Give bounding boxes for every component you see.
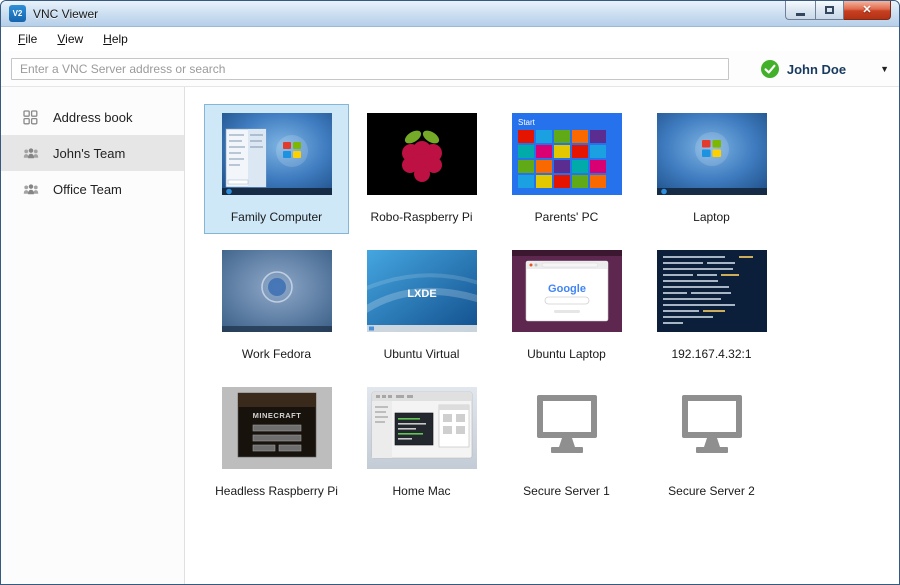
- thumbnail-monitor-icon: [512, 387, 622, 469]
- server-label: Secure Server 1: [523, 484, 610, 498]
- server-item-family-computer[interactable]: Family Computer: [204, 104, 349, 234]
- thumbnail-fedora-desktop: [222, 250, 332, 332]
- thumbnail-lxde-desktop: LXDE: [367, 250, 477, 332]
- thumbnail-ubuntu-browser: Google: [512, 250, 622, 332]
- chevron-down-icon: ▼: [880, 64, 889, 74]
- green-check-icon: [761, 60, 779, 78]
- sidebar-item-office-team[interactable]: Office Team: [1, 171, 184, 207]
- vnc-logo-icon: V2: [9, 5, 26, 22]
- sidebar-item-label: John's Team: [53, 146, 125, 161]
- svg-text:LXDE: LXDE: [407, 288, 436, 300]
- server-label: Parents' PC: [535, 210, 599, 224]
- server-label: Headless Raspberry Pi: [215, 484, 338, 498]
- user-name: John Doe: [787, 62, 846, 77]
- team-icon: [23, 145, 39, 161]
- window-title: VNC Viewer: [33, 7, 98, 21]
- server-label: Ubuntu Laptop: [527, 347, 606, 361]
- server-item-ubuntu-laptop[interactable]: Google Ubuntu Laptop: [494, 241, 639, 371]
- server-label: Home Mac: [392, 484, 450, 498]
- thumbnail-win8-start-screen: Start: [512, 113, 622, 195]
- svg-text:Google: Google: [548, 283, 586, 295]
- content-area: Address book John's Team: [1, 87, 899, 584]
- close-button[interactable]: ✕: [844, 1, 891, 20]
- address-book-icon: [23, 109, 39, 125]
- sidebar-item-johns-team[interactable]: John's Team: [1, 135, 184, 171]
- thumbnail-monitor-icon: [657, 387, 767, 469]
- server-item-secure-server-1[interactable]: Secure Server 1: [494, 378, 639, 508]
- svg-text:MINECRAFT: MINECRAFT: [252, 411, 301, 420]
- server-grid: Family Computer: [204, 104, 784, 515]
- server-label: Ubuntu Virtual: [384, 347, 460, 361]
- server-item-192-167-4-32-1[interactable]: 192.167.4.32:1: [639, 241, 784, 371]
- server-grid-area: Family Computer: [185, 87, 899, 584]
- vnc-viewer-window: V2 VNC Viewer ✕ File View Help John Doe …: [0, 0, 900, 585]
- server-label: Family Computer: [231, 210, 322, 224]
- server-item-home-mac[interactable]: Home Mac: [349, 378, 494, 508]
- toolbar: John Doe ▼: [1, 51, 899, 87]
- menu-view[interactable]: View: [48, 29, 92, 49]
- server-item-ubuntu-virtual[interactable]: LXDE Ubuntu Virtual: [349, 241, 494, 371]
- search-input[interactable]: [11, 58, 729, 80]
- server-label: Laptop: [693, 210, 730, 224]
- maximize-icon: [825, 6, 834, 14]
- window-controls: ✕: [785, 1, 891, 20]
- team-icon: [23, 181, 39, 197]
- server-item-work-fedora[interactable]: Work Fedora: [204, 241, 349, 371]
- close-icon: ✕: [862, 5, 871, 16]
- menu-file[interactable]: File: [9, 29, 46, 49]
- minimize-button[interactable]: [785, 1, 815, 20]
- maximize-button[interactable]: [815, 1, 844, 20]
- server-item-robo-raspberry-pi[interactable]: Robo-Raspberry Pi: [349, 104, 494, 234]
- title-bar[interactable]: V2 VNC Viewer ✕: [1, 1, 899, 27]
- menu-help[interactable]: Help: [94, 29, 137, 49]
- thumbnail-terminal-screen: [657, 250, 767, 332]
- thumbnail-win7-desktop: [657, 113, 767, 195]
- server-item-parents-pc[interactable]: Start Parents' PC: [494, 104, 639, 234]
- sidebar-item-address-book[interactable]: Address book: [1, 99, 184, 135]
- sidebar-item-label: Address book: [53, 110, 133, 125]
- server-label: Secure Server 2: [668, 484, 755, 498]
- server-label: 192.167.4.32:1: [671, 347, 751, 361]
- minimize-icon: [796, 13, 805, 16]
- thumbnail-raspberry-logo: [367, 113, 477, 195]
- server-label: Work Fedora: [242, 347, 311, 361]
- sidebar-item-label: Office Team: [53, 182, 122, 197]
- server-label: Robo-Raspberry Pi: [370, 210, 472, 224]
- user-menu[interactable]: John Doe ▼: [761, 51, 889, 87]
- sidebar: Address book John's Team: [1, 87, 185, 584]
- svg-text:Start: Start: [518, 118, 536, 127]
- thumbnail-win7-desktop-startmenu: [222, 113, 332, 195]
- thumbnail-mac-desktop: [367, 387, 477, 469]
- menu-bar: File View Help: [1, 27, 899, 51]
- server-item-laptop[interactable]: Laptop: [639, 104, 784, 234]
- server-item-secure-server-2[interactable]: Secure Server 2: [639, 378, 784, 508]
- server-item-headless-raspberry-pi[interactable]: MINECRAFT Headless Raspberry Pi: [204, 378, 349, 508]
- thumbnail-minecraft-screen: MINECRAFT: [222, 387, 332, 469]
